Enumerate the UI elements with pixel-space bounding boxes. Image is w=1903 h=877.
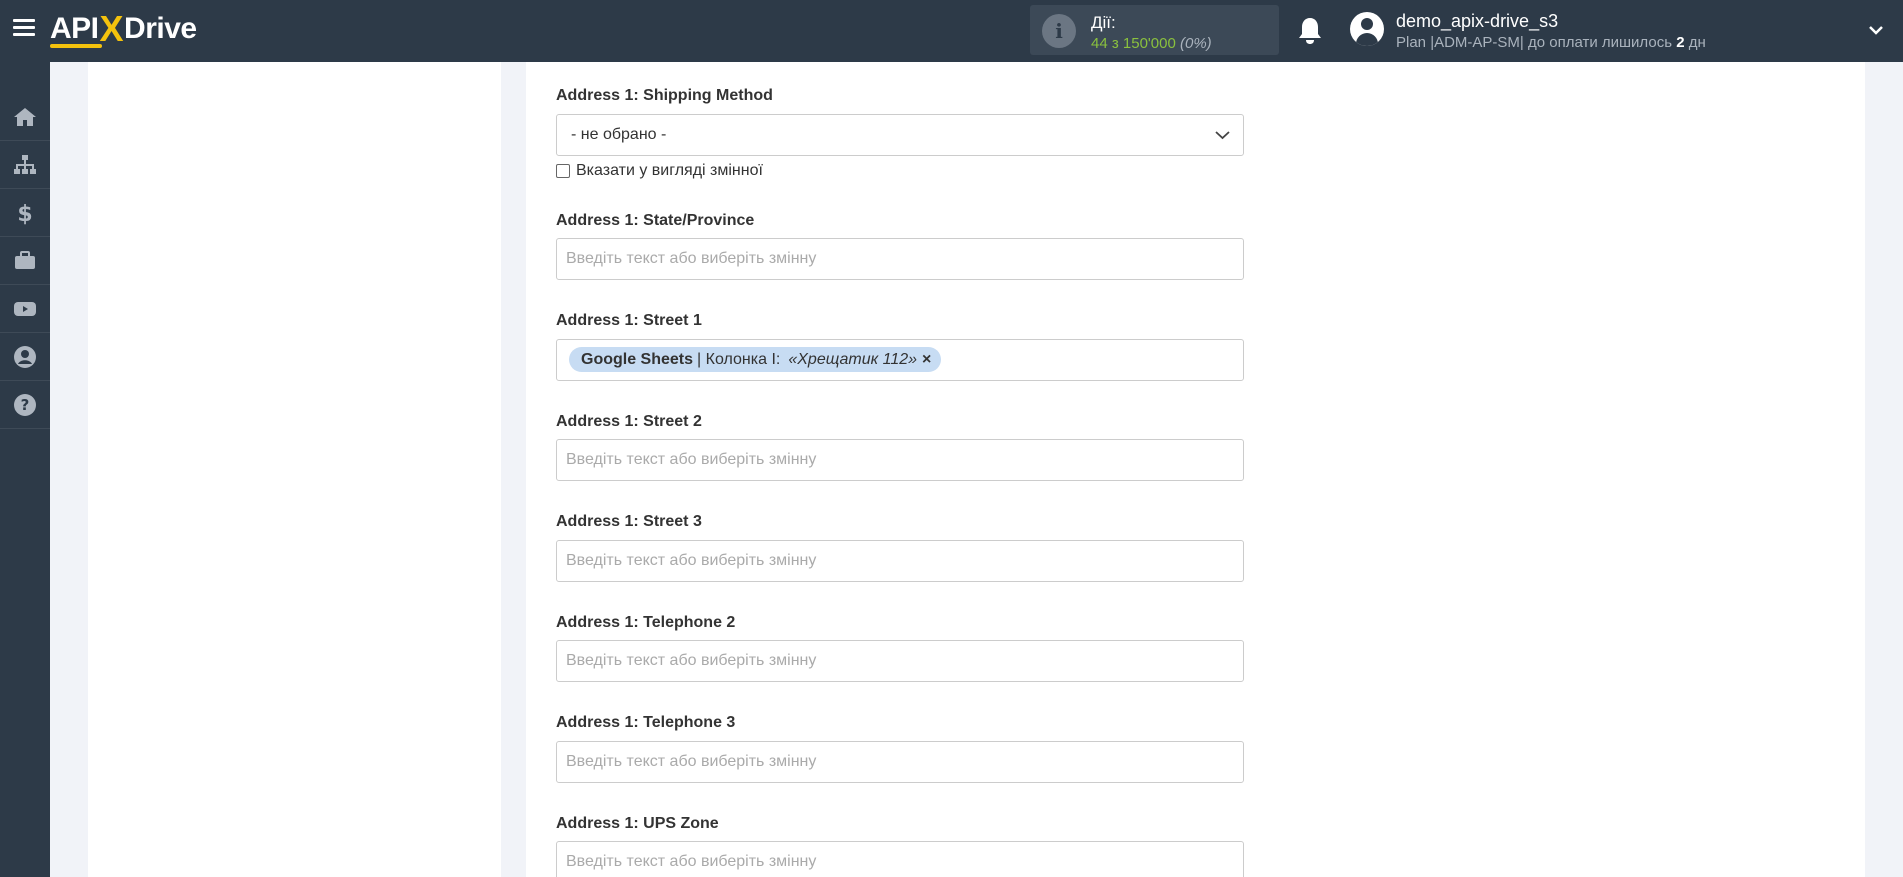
chevron-down-icon[interactable] [1868,22,1884,38]
sidebar-item-connections[interactable] [0,142,50,189]
ups-zone-label: Address 1: UPS Zone [556,815,719,832]
ups-zone-input[interactable]: Введіть текст або виберіть змінну [556,841,1244,877]
bell-icon[interactable] [1297,16,1323,46]
street3-input[interactable]: Введіть текст або виберіть змінну [556,540,1244,582]
street1-label: Address 1: Street 1 [556,312,702,329]
tag-remove-icon[interactable]: × [922,347,931,372]
sidebar-item-video[interactable] [0,286,50,333]
briefcase-icon [15,251,35,269]
street2-label: Address 1: Street 2 [556,413,702,430]
tag-source: Google Sheets [581,351,694,368]
telephone3-label: Address 1: Telephone 3 [556,714,736,731]
actions-percent: (0%) [1180,35,1212,52]
street2-input[interactable]: Введіть текст або виберіть змінну [556,439,1244,481]
state-province-label: Address 1: State/Province [556,212,755,229]
info-icon: i [1042,14,1076,48]
tag-value: «Хрещатик 112» [788,351,918,368]
chevron-down-icon [1215,131,1230,140]
svg-text:?: ? [21,396,30,414]
telephone2-label: Address 1: Telephone 2 [556,614,736,631]
street1-input[interactable]: Google Sheets | Колонка I: «Хрещатик 112» × [556,339,1244,381]
shipping-method-value: - не обрано - [571,126,667,143]
shipping-method-select[interactable]: - не обрано - [556,114,1244,156]
telephone2-placeholder: Введіть текст або виберіть змінну [566,652,817,669]
panel-gap [501,62,526,877]
plan-info: Plan |ADM-AP-SM| до оплати лишилось 2 дн [1396,34,1706,51]
logo-text-x: X [99,8,124,49]
sidebar-item-home[interactable] [0,94,50,141]
svg-text:$: $ [17,202,32,225]
street3-placeholder: Введіть текст або виберіть змінну [566,552,817,569]
left-panel [88,62,501,877]
plan-days: 2 [1676,34,1685,51]
actions-count-value: 44 з 150'000 [1091,35,1176,52]
help-icon: ? [14,394,36,416]
sidebar-item-billing[interactable]: $ [0,190,50,237]
actions-counter[interactable]: i Дії: 44 з 150'000 (0%) [1030,5,1279,55]
sidebar-item-help[interactable]: ? [0,382,50,429]
shipping-method-label: Address 1: Shipping Method [556,87,773,104]
logo-underline [50,44,102,48]
state-province-input[interactable]: Введіть текст або виберіть змінну [556,238,1244,280]
plan-days-unit: дн [1684,34,1706,51]
variable-tag[interactable]: Google Sheets | Колонка I: «Хрещатик 112» × [569,347,942,372]
tag-column: | Колонка I: [697,351,781,368]
username[interactable]: demo_apix-drive_s3 [1396,11,1558,32]
state-province-placeholder: Введіть текст або виберіть змінну [566,250,817,267]
street3-label: Address 1: Street 3 [556,513,702,530]
plan-text: Plan |ADM-AP-SM| до оплати лишилось [1396,34,1677,51]
shipping-variable-option: Вказати у вигляді змінної [556,161,763,181]
top-header: API X Drive i Дії: 44 з 150'000 (0%) demo_… [0,0,1903,62]
sidebar-item-account[interactable] [0,334,50,381]
sidebar-item-projects[interactable] [0,238,50,285]
sitemap-icon [14,155,36,174]
actions-count: 44 з 150'000 (0%) [1091,35,1212,52]
youtube-icon [14,302,36,316]
variable-checkbox-label[interactable]: Вказати у вигляді змінної [576,162,763,180]
street2-placeholder: Введіть текст або виберіть змінну [566,451,817,468]
telephone2-input[interactable]: Введіть текст або виберіть змінну [556,640,1244,682]
logo-text-api: API [50,12,99,45]
logo-text-drive: Drive [124,12,197,45]
avatar[interactable] [1350,12,1384,46]
menu-icon[interactable] [13,19,35,37]
dollar-icon: $ [17,202,32,225]
telephone3-input[interactable]: Введіть текст або виберіть змінну [556,741,1244,783]
apixdrive-logo[interactable]: API X Drive [50,8,197,49]
sidebar: $ ? [0,62,50,877]
ups-zone-placeholder: Введіть текст або виберіть змінну [566,853,817,870]
variable-checkbox[interactable] [556,164,570,178]
home-icon [14,108,36,126]
actions-label: Дії: [1091,13,1116,32]
user-circle-icon [14,346,36,368]
telephone3-placeholder: Введіть текст або виберіть змінну [566,753,817,770]
